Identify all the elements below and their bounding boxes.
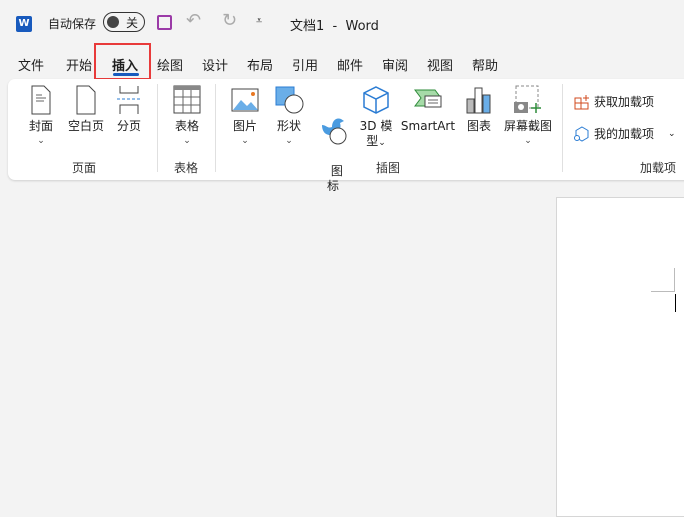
smartart-label: SmartArt [400,119,456,133]
screenshot-button[interactable]: 屏幕截图 ⌄ [502,85,554,149]
document-page[interactable] [556,197,684,517]
smartart-icon [414,89,442,108]
shapes-button[interactable]: 形状 ⌄ [272,85,306,149]
tab-design[interactable]: 设计 [202,55,228,74]
save-icon[interactable] [157,15,172,30]
tab-mailings[interactable]: 邮件 [337,55,363,74]
icons-label: 图 标 [326,164,343,193]
get-addins-label: 获取加载项 [594,95,655,109]
separator [157,84,158,172]
shapes-icon [275,86,304,114]
3d-models-label: 3D 模 [359,119,393,133]
blank-page-button[interactable]: 空白页 [66,85,106,134]
page-break-button[interactable]: 分页 [114,85,144,134]
chart-button[interactable]: 图表 [464,85,494,134]
page-break-icon [117,86,141,114]
tab-help[interactable]: 帮助 [472,55,498,74]
tab-layout[interactable]: 布局 [247,55,273,74]
toggle-knob [107,16,119,28]
pictures-button[interactable]: 图片 ⌄ [228,85,262,149]
screenshot-icon [514,85,541,113]
tab-home[interactable]: 开始 [66,55,92,74]
group-label-illustrations: 插图 [376,161,401,175]
cover-page-icon [31,85,51,115]
customize-qat-icon[interactable]: ⩡ [256,14,262,28]
get-addins-button[interactable]: 获取加载项 [574,93,654,110]
table-button[interactable]: 表格 ⌄ [170,85,204,149]
insert-tab-highlight-box [94,43,151,80]
cover-page-label: 封面 [28,119,53,133]
undo-icon[interactable]: ↶ [186,10,201,31]
margin-corner-mark [651,268,675,292]
chart-icon [466,87,491,114]
my-addins-icon [574,125,589,142]
group-label-pages: 页面 [72,161,97,175]
ribbon: 封面 ⌄ 空白页 分页 页面 表格 ⌄ 表格 图片 ⌄ 形状 ⌄ 图 标 3D 模型⌄ … [8,79,684,193]
tab-draw[interactable]: 绘图 [157,55,183,74]
screenshot-label: 屏幕截图 [503,119,552,133]
icons-button[interactable]: 图 标 [316,85,350,194]
autosave-toggle[interactable]: 关 [103,12,145,32]
tab-references[interactable]: 引用 [292,55,318,74]
toggle-state: 关 [126,16,139,30]
group-label-addins: 加载项 [640,161,677,175]
table-icon [173,85,201,114]
separator [215,84,216,172]
blank-page-label: 空白页 [67,119,104,133]
word-logo-icon: W [16,16,32,32]
pictures-label: 图片 [232,119,257,133]
group-label-tables: 表格 [174,161,199,175]
tab-file[interactable]: 文件 [18,55,44,74]
blank-page-icon [76,85,96,115]
separator [562,84,563,172]
icons-icon [322,118,347,145]
page-break-label: 分页 [116,119,141,133]
my-addins-label: 我的加载项 [594,127,655,141]
text-cursor [675,294,676,312]
get-addins-icon [574,94,589,109]
cover-page-button[interactable]: 封面 ⌄ [26,85,56,149]
3d-models-label-2: 型 [366,134,379,148]
chart-label: 图表 [466,119,491,133]
my-addins-button[interactable]: 我的加载项 ⌄ [574,125,676,142]
3d-models-button[interactable]: 3D 模型⌄ [358,85,394,151]
autosave-label: 自动保存 [48,17,97,31]
redo-icon[interactable]: ↻ [222,10,237,31]
tab-review[interactable]: 审阅 [382,55,408,74]
smartart-button[interactable]: SmartArt [400,85,456,134]
table-label: 表格 [174,119,199,133]
shapes-label: 形状 [276,119,301,133]
pictures-icon [231,88,259,112]
tab-view[interactable]: 视图 [427,55,453,74]
3d-models-icon [363,86,389,114]
chevron-down-icon[interactable]: ⌄ [668,129,676,139]
document-title: 文档1 - Word [290,19,379,34]
